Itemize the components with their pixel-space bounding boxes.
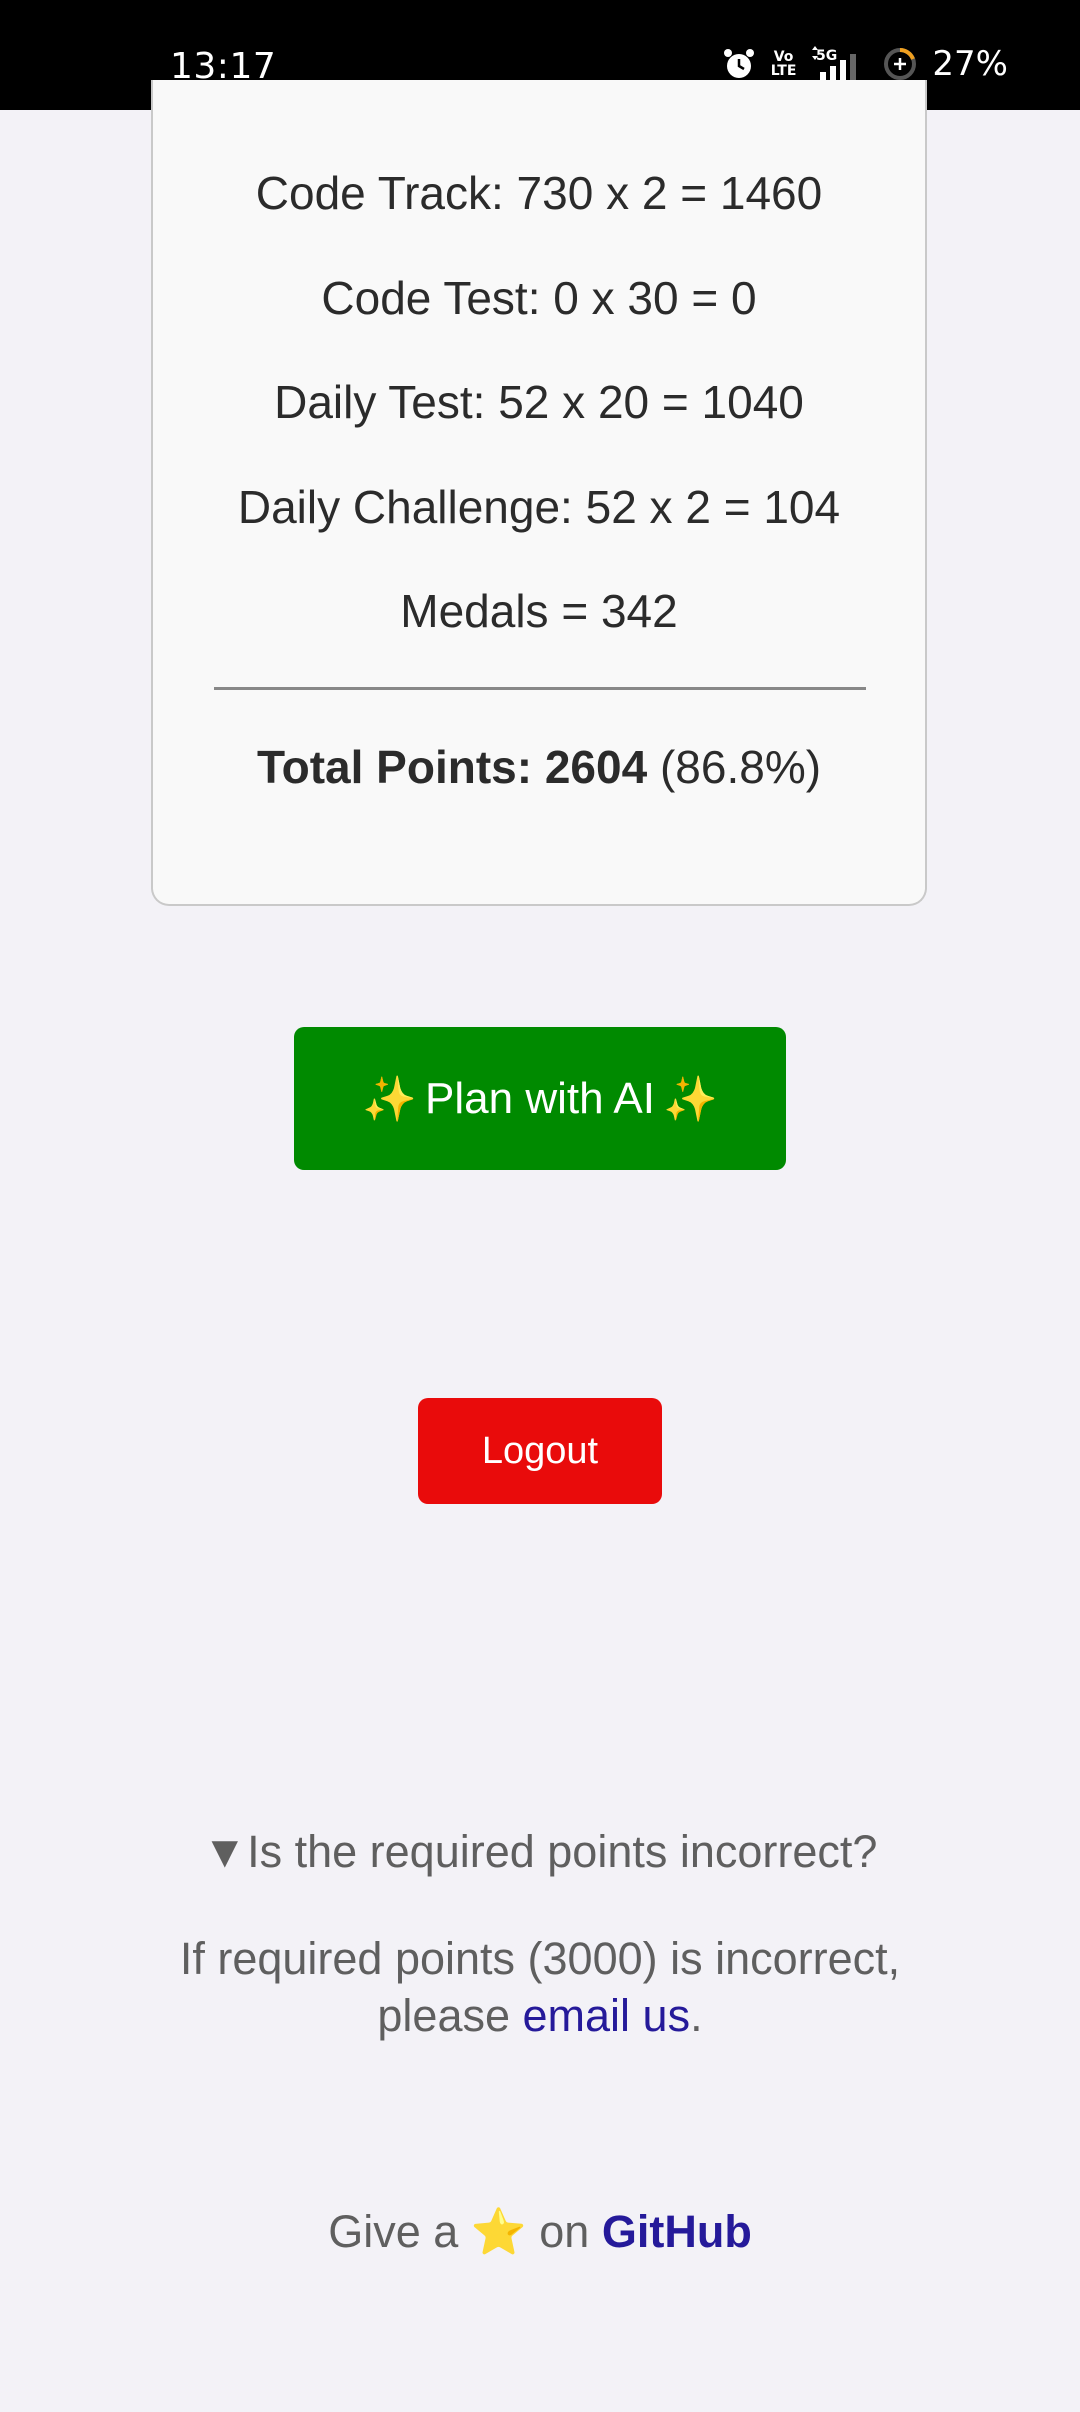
signal-icon: 5G <box>810 46 868 82</box>
email-us-link[interactable]: email us <box>523 1990 691 2041</box>
medals-points: Medals = 342 <box>400 585 678 637</box>
required-points-question: Is the required points incorrect? <box>247 1826 878 1877</box>
footer-give-text: Give a <box>328 2206 471 2257</box>
battery-percent: 27% <box>932 44 1008 84</box>
battery-icon <box>882 46 918 82</box>
disclosure-triangle-icon: ▼ <box>202 1826 248 1877</box>
divider <box>214 687 866 690</box>
sparkle-icon: ✨ <box>362 1074 418 1124</box>
github-link[interactable]: GitHub <box>602 2206 752 2257</box>
sparkle-icon: ✨ <box>662 1074 718 1124</box>
footer-on-text: on <box>526 2206 602 2257</box>
daily-test-points: Daily Test: 52 x 20 = 1040 <box>274 376 804 428</box>
code-track-points: Code Track: 730 x 2 = 1460 <box>255 167 823 219</box>
total-points-label: Total Points: 2604 <box>256 741 648 793</box>
star-icon: ⭐ <box>470 2206 527 2257</box>
daily-challenge-points: Daily Challenge: 52 x 2 = 104 <box>237 481 841 533</box>
alarm-icon <box>721 46 757 82</box>
points-card: Code Track: 730 x 2 = 1460 Code Test: 0 … <box>151 80 927 906</box>
required-points-help-text: If required points (3000) is incorrect, … <box>120 1930 960 2044</box>
code-test-points: Code Test: 0 x 30 = 0 <box>321 272 757 324</box>
footer: Give a ⭐ on GitHub <box>0 2205 1080 2258</box>
svg-text:5G: 5G <box>816 48 837 64</box>
help-text-after: . <box>690 1990 703 2041</box>
plan-with-ai-button[interactable]: ✨ Plan with AI ✨ <box>294 1027 786 1170</box>
required-points-summary[interactable]: ▼Is the required points incorrect? <box>0 1826 1080 1878</box>
volte-top-label: Vo <box>773 49 794 65</box>
total-points-percent: (86.8%) <box>647 741 822 793</box>
volte-icon: Vo LTE <box>771 50 797 78</box>
plan-with-ai-label: Plan with AI <box>425 1073 655 1123</box>
logout-button[interactable]: Logout <box>418 1398 662 1504</box>
volte-bottom-label: LTE <box>770 63 797 79</box>
total-points: Total Points: 2604 (86.8%) <box>153 740 925 794</box>
status-icons: Vo LTE 5G 27% <box>721 44 1008 84</box>
